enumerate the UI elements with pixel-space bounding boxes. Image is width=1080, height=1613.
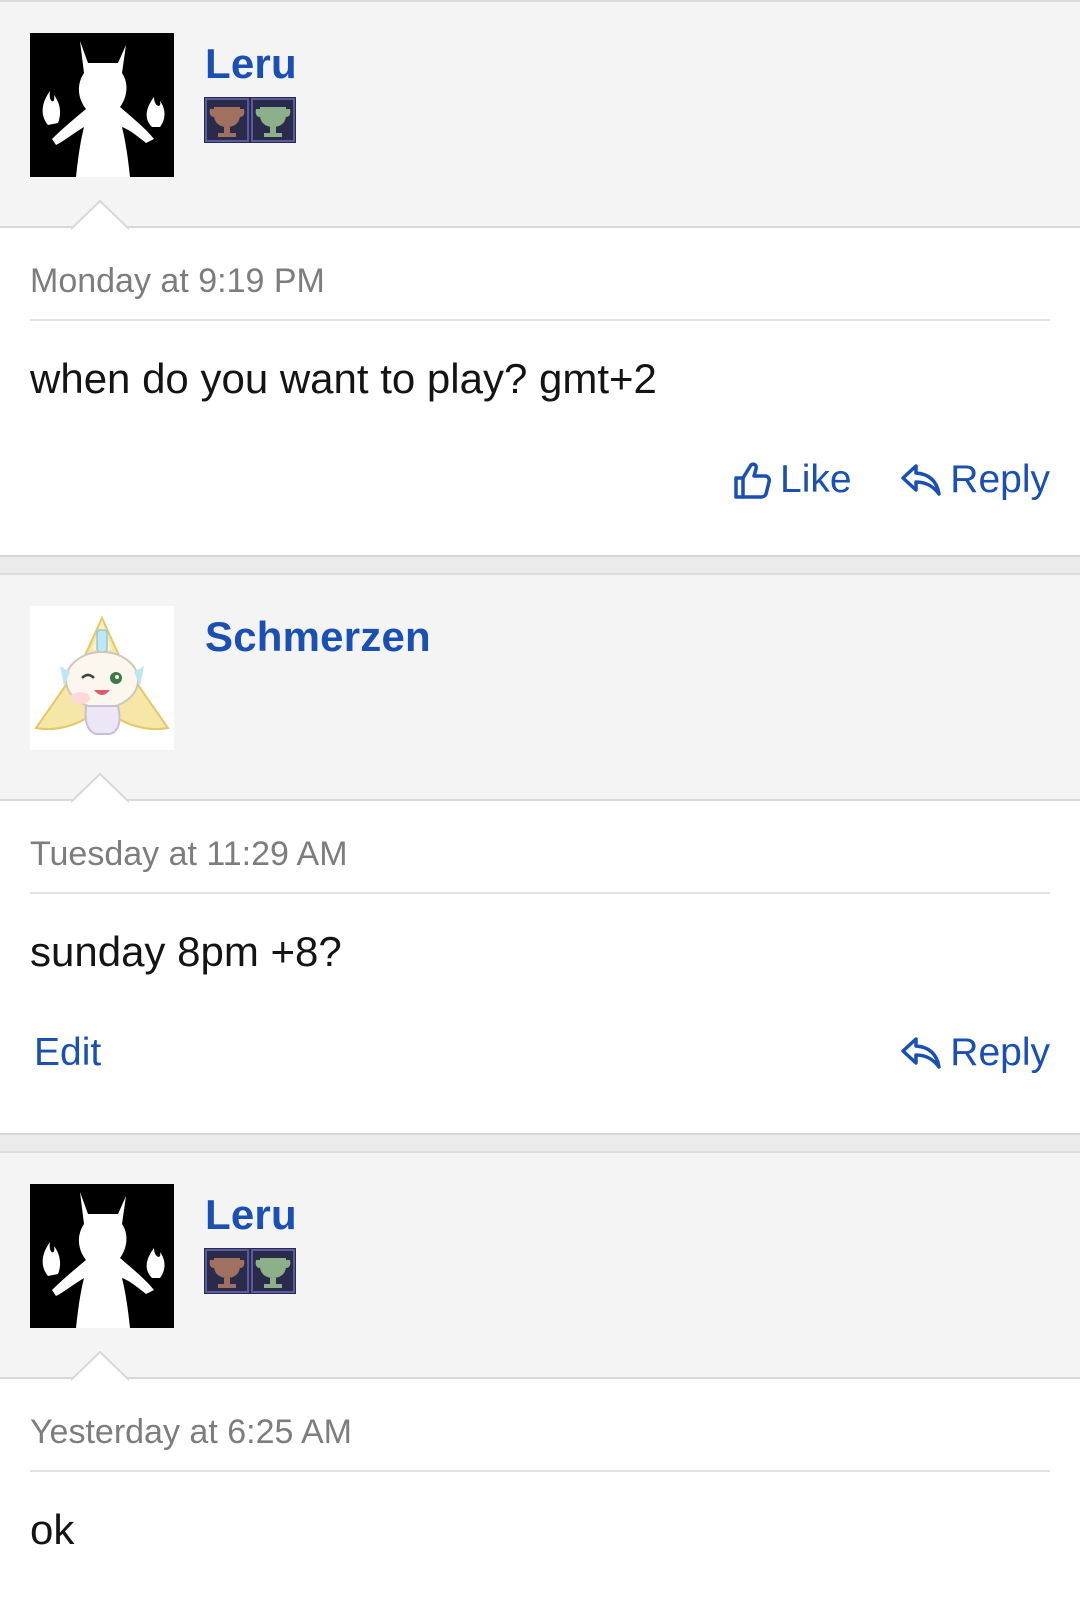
post-1: Leru Monday at 9:19 PM when do you want … [0,0,1080,555]
edit-button[interactable]: Edit [34,1031,101,1075]
post-timestamp[interactable]: Yesterday at 6:25 AM [30,1413,1050,1452]
post-header: Schmerzen [0,573,1080,803]
avatar[interactable] [30,1184,174,1328]
reply-arrow-icon [901,1037,942,1069]
post-actions: Like Reply [30,458,1050,514]
post-2: Schmerzen Tuesday at 11:29 AM sunday 8pm… [0,573,1080,1133]
post-timestamp[interactable]: Monday at 9:19 PM [30,262,1050,301]
divider [30,892,1050,894]
username[interactable]: Leru [205,40,297,88]
reply-arrow-icon [901,464,942,496]
divider [30,1470,1050,1472]
post-actions: Edit Reply [30,1031,1050,1087]
jirachi-avatar [30,606,174,750]
post-header: Leru [0,1151,1080,1381]
bronze-trophy-icon[interactable] [204,97,250,143]
fox-silhouette-avatar [30,1184,174,1328]
edit-label: Edit [34,1031,102,1074]
reply-label: Reply [950,458,1050,501]
post-message: when do you want to play? gmt+2 [30,355,657,402]
reply-button[interactable]: Reply [900,458,1050,502]
caret-pointer-icon [71,200,129,230]
avatar[interactable] [30,606,174,750]
fox-silhouette-avatar [30,33,174,177]
caret-pointer-icon [71,773,129,803]
bronze-trophy-icon[interactable] [204,1248,250,1294]
reply-button[interactable]: Reply [900,1031,1050,1075]
divider [30,319,1050,321]
post-separator [0,1133,1080,1151]
post-timestamp[interactable]: Tuesday at 11:29 AM [30,835,1050,874]
caret-pointer-icon [71,1351,129,1381]
thumbs-up-icon [734,462,771,499]
post-3: Leru Yesterday at 6:25 AM ok [0,1151,1080,1613]
avatar[interactable] [30,33,174,177]
trophy-list [204,1248,296,1294]
green-trophy-icon[interactable] [250,97,296,143]
username[interactable]: Schmerzen [205,613,431,661]
username[interactable]: Leru [205,1191,297,1239]
trophy-list [204,97,296,143]
green-trophy-icon[interactable] [250,1248,296,1294]
post-message: ok [30,1506,75,1553]
post-message: sunday 8pm +8? [30,928,342,975]
like-button[interactable]: Like [732,458,852,502]
post-header: Leru [0,0,1080,230]
reply-label: Reply [950,1031,1050,1074]
post-separator [0,555,1080,573]
like-label: Like [780,458,852,501]
